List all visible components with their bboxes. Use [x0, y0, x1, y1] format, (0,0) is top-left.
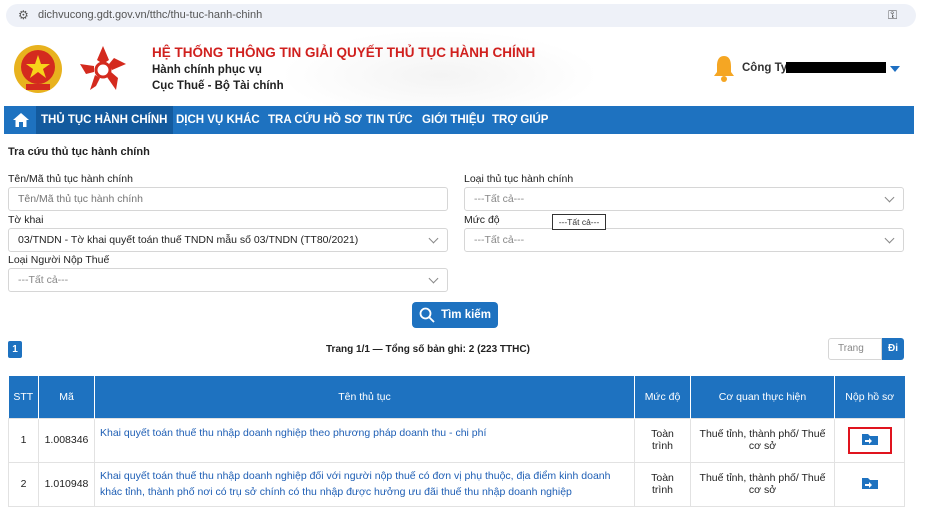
tax-form-label: Tờ khai: [8, 214, 44, 226]
account-dropdown-icon[interactable]: [890, 66, 900, 72]
header-decoration: [280, 30, 600, 106]
header-agency: Cơ quan thực hiện: [690, 376, 835, 418]
submit-cell: [834, 461, 905, 507]
table-row: 1 1.008346 Khai quyết toán thuế thu nhập…: [8, 417, 905, 463]
company-name[interactable]: Công Ty: [742, 62, 787, 74]
table-row: 2 1.010948 Khai quyết toán thuế thu nhập…: [8, 461, 905, 507]
redacted-company-name: [786, 62, 886, 73]
site-header: HỆ THỐNG THÔNG TIN GIẢI QUYẾT THỦ TỤC HÀ…: [0, 30, 916, 106]
procedure-name-label: Tên/Mã thủ tục hành chính: [8, 173, 133, 185]
system-title: HỆ THỐNG THÔNG TIN GIẢI QUYẾT THỦ TỤC HÀ…: [152, 45, 536, 60]
national-emblem-icon: [14, 45, 62, 93]
go-button[interactable]: Đi: [882, 338, 904, 360]
tax-form-select[interactable]: 03/TNDN - Tờ khai quyết toán thuế TNDN m…: [8, 228, 448, 252]
folder-open-icon[interactable]: [860, 475, 880, 491]
procedures-table: STT Mã Tên thủ tục Mức độ Cơ quan thực h…: [8, 376, 905, 507]
nav-item-dossier-lookup[interactable]: TRA CỨU HỒ SƠ: [268, 106, 362, 134]
search-button-label: Tìm kiếm: [441, 309, 491, 321]
header-stt: STT: [8, 376, 39, 418]
header-name: Tên thủ tục: [94, 376, 635, 418]
agency-name: Cục Thuế - Bộ Tài chính: [152, 80, 284, 92]
pagination-info: Trang 1/1 — Tổng số bản ghi: 2 (223 TTHC…: [326, 344, 530, 355]
chevron-down-icon: [884, 233, 895, 244]
procedure-type-label: Loại thủ tục hành chính: [464, 173, 574, 185]
search-button[interactable]: Tìm kiếm: [412, 302, 498, 328]
taxpayer-type-value: ---Tất cả---: [18, 274, 69, 286]
procedure-type-value: ---Tất cả---: [474, 193, 525, 205]
procedure-link[interactable]: Khai quyết toán thuế thu nhập doanh nghi…: [94, 417, 635, 463]
row-code: 1.010948: [38, 461, 95, 507]
level-label: Mức độ: [464, 214, 500, 226]
nav-item-news[interactable]: TIN TỨC: [366, 106, 413, 134]
nav-item-about[interactable]: GIỚI THIỆU: [422, 106, 485, 134]
url-text[interactable]: dichvucong.gdt.gov.vn/tthc/thu-tuc-hanh-…: [38, 9, 262, 21]
row-agency: Thuế tỉnh, thành phố/ Thuế cơ sở: [690, 461, 835, 507]
home-button[interactable]: [4, 106, 38, 134]
highlight-box: [847, 426, 892, 454]
row-stt: 2: [8, 461, 39, 507]
system-subtitle: Hành chính phục vụ: [152, 64, 262, 76]
submit-cell: [834, 417, 905, 463]
tax-department-logo-icon: [80, 46, 126, 90]
section-title: Tra cứu thủ tục hành chính: [8, 146, 150, 158]
main-navigation: THỦ TỤC HÀNH CHÍNH DỊCH VỤ KHÁC TRA CỨU …: [4, 106, 914, 134]
current-page-badge[interactable]: 1: [8, 341, 22, 358]
taxpayer-type-select[interactable]: ---Tất cả---: [8, 268, 448, 292]
browser-address-bar[interactable]: ⚙ dichvucong.gdt.gov.vn/tthc/thu-tuc-han…: [0, 0, 930, 30]
level-select[interactable]: ---Tất cả---: [464, 228, 904, 252]
level-value: ---Tất cả---: [474, 234, 525, 246]
search-icon: [419, 307, 435, 323]
header-code: Mã: [38, 376, 95, 418]
site-settings-icon[interactable]: ⚙: [18, 8, 29, 22]
table-header-row: STT Mã Tên thủ tục Mức độ Cơ quan thực h…: [8, 376, 905, 418]
nav-item-help[interactable]: TRỢ GIÚP: [492, 106, 548, 134]
page-number-input[interactable]: Trang: [828, 338, 882, 360]
procedure-type-select[interactable]: ---Tất cả---: [464, 187, 904, 211]
row-agency: Thuế tỉnh, thành phố/ Thuế cơ sở: [690, 417, 835, 463]
header-submit: Nộp hồ sơ: [834, 376, 905, 418]
procedure-name-input[interactable]: [8, 187, 448, 211]
notification-bell-icon[interactable]: [712, 54, 736, 82]
row-level: Toàn trình: [634, 461, 691, 507]
folder-open-icon[interactable]: [860, 431, 880, 447]
chevron-down-icon: [428, 273, 439, 284]
row-stt: 1: [8, 417, 39, 463]
nav-item-administrative-procedures[interactable]: THỦ TỤC HÀNH CHÍNH: [36, 106, 173, 134]
key-icon[interactable]: ⚿: [888, 8, 897, 23]
header-level: Mức độ: [634, 376, 691, 418]
procedure-link[interactable]: Khai quyết toán thuế thu nhập doanh nghi…: [94, 461, 635, 507]
chevron-down-icon: [428, 233, 439, 244]
taxpayer-type-label: Loại Người Nộp Thuế: [8, 254, 110, 266]
nav-item-other-services[interactable]: DỊCH VỤ KHÁC: [176, 106, 260, 134]
row-level: Toàn trình: [634, 417, 691, 463]
row-code: 1.008346: [38, 417, 95, 463]
tax-form-value: 03/TNDN - Tờ khai quyết toán thuế TNDN m…: [18, 234, 359, 246]
level-tooltip: ---Tất cả---: [552, 214, 606, 230]
chevron-down-icon: [884, 192, 895, 203]
home-icon: [13, 113, 29, 127]
